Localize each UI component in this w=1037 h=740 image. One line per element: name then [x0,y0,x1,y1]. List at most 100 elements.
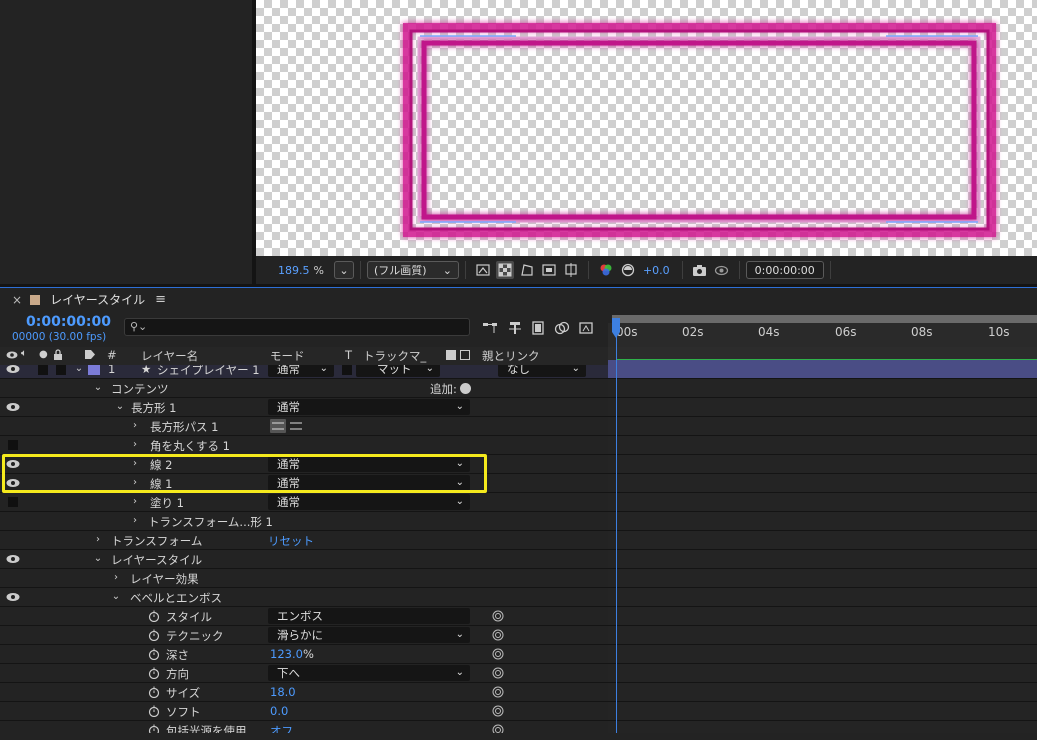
layer-track-bar[interactable] [608,360,1037,379]
row-bevel-style[interactable]: スタイル エンボス [0,607,608,626]
row-round-corners-1[interactable]: › 角を丸くする 1 [0,436,608,455]
row-bevel-emboss[interactable]: ⌄ ベベルとエンボス [0,588,608,607]
rectangle-mode-dropdown[interactable]: 通常 ⌄ [268,399,470,415]
color-channels-icon[interactable] [597,261,615,279]
stroke-2-mode-dropdown[interactable]: 通常 ⌄ [268,456,470,472]
add-menu-icon[interactable] [460,383,471,394]
chevron-right-icon[interactable]: › [129,476,141,490]
stopwatch-icon[interactable] [148,629,160,641]
resolution-dropdown[interactable]: (フル画質) ⌄ [366,261,459,279]
chevron-down-icon[interactable]: ⌄ [73,365,85,376]
exposure-value[interactable]: +0.0 [643,264,670,277]
path-reverse-icon[interactable] [288,419,304,433]
path-direction-icon[interactable] [270,419,286,433]
current-time-indicator-line[interactable] [616,322,617,740]
stopwatch-icon[interactable] [148,686,160,698]
panel-menu-icon[interactable]: ≡ [155,292,166,307]
camera-snapshot-icon[interactable] [691,261,709,279]
row-layer-effect[interactable]: › レイヤー効果 [0,569,608,588]
layer-name-column[interactable]: レイヤー名 [141,348,198,364]
pick-whip-icon[interactable] [492,610,504,622]
pick-whip-icon[interactable] [492,686,504,698]
chevron-right-icon[interactable]: › [92,533,104,547]
row-fill-1[interactable]: › 塗り 1 通常 ⌄ [0,493,608,512]
track-matte-column[interactable]: トラックマ_ [363,348,426,364]
chevron-right-icon[interactable]: › [129,419,141,433]
visibility-column-icon[interactable] [6,349,18,363]
row-stroke-1[interactable]: › 線 1 通常 ⌄ [0,474,608,493]
chevron-down-icon[interactable]: ⌄ [92,381,104,395]
chevron-right-icon[interactable]: › [110,571,122,585]
show-snapshot-icon[interactable] [713,261,731,279]
motion-blur-icon[interactable] [578,320,596,336]
eye-icon[interactable] [6,478,20,488]
stopwatch-icon[interactable] [148,705,160,717]
layer-label-swatch[interactable] [88,365,100,375]
bevel-style-dropdown[interactable]: エンボス [268,608,470,624]
pick-whip-icon[interactable] [492,648,504,660]
fill-1-mode-dropdown[interactable]: 通常 ⌄ [268,494,470,510]
track-matte-dropdown[interactable]: マット ⌄ [356,365,440,377]
row-stroke-2[interactable]: › 線 2 通常 ⌄ [0,455,608,474]
reset-link[interactable]: リセット [268,533,314,549]
composition-viewer[interactable] [256,0,1037,256]
row-rectangle-path-1[interactable]: › 長方形パス 1 [0,417,608,436]
frame-blending-icon[interactable] [554,320,572,336]
audio-column-icon[interactable]: 🔈︎ [21,348,27,359]
transparency-grid-icon[interactable] [495,261,514,279]
layer-name[interactable]: シェイプレイヤー 1 [157,365,260,378]
lock-column-icon[interactable] [53,349,63,363]
fast-preview-icon[interactable] [474,261,492,279]
composition-mini-flowchart-icon[interactable] [482,321,500,337]
pick-whip-icon[interactable] [492,667,504,679]
eye-icon[interactable] [6,459,20,469]
eye-icon[interactable] [6,402,20,412]
chevron-right-icon[interactable]: › [129,514,141,528]
solo-toggle[interactable] [56,365,66,375]
eye-icon[interactable] [6,592,20,602]
chevron-right-icon[interactable]: › [129,457,141,471]
row-bevel-size[interactable]: サイズ 18.0 [0,683,608,702]
stroke-1-mode-dropdown[interactable]: 通常 ⌄ [268,475,470,491]
row-transform[interactable]: › トランスフォーム リセット [0,531,608,550]
close-icon[interactable]: × [12,293,22,307]
draft-3d-icon[interactable] [507,321,525,337]
grid-guides-icon[interactable] [562,261,580,279]
current-time-display[interactable]: 0:00:00:00 [26,314,111,330]
row-bevel-depth[interactable]: 深さ 123.0 % [0,645,608,664]
layer-mode-dropdown[interactable]: 通常 ⌄ [268,365,334,377]
timeline-tab-title[interactable]: レイヤースタイル [50,291,145,308]
exposure-reset-icon[interactable] [619,261,637,279]
eye-icon[interactable] [6,554,20,564]
technique-dropdown[interactable]: 滑らかに ⌄ [268,627,470,643]
current-time-indicator-handle[interactable] [611,318,621,340]
parent-dropdown[interactable]: なし ⌄ [498,365,586,377]
zoom-dropdown-button[interactable]: ⌄ [333,261,354,279]
row-layer-styles[interactable]: ⌄ レイヤースタイル [0,550,608,569]
preserve-transparency-toggle[interactable] [342,365,352,375]
row-rectangle-1[interactable]: ⌄ 長方形 1 通常 ⌄ [0,398,608,417]
viewer-timecode[interactable]: 0:00:00:00 [745,261,824,279]
row-bevel-soften[interactable]: ソフト 0.0 [0,702,608,721]
matte-invert-icon[interactable] [460,350,470,360]
parent-link-column[interactable]: 親とリンク [482,348,540,364]
mode-column[interactable]: モード [270,348,305,364]
layer-row-shape-layer-1[interactable]: ⌄ 1 ★ シェイプレイヤー 1 通常 ⌄ マット ⌄ なし ⌄ [0,365,608,379]
visibility-off-toggle[interactable] [8,440,18,450]
soften-value[interactable]: 0.0 [270,704,288,718]
size-value[interactable]: 18.0 [270,685,296,699]
matte-toggle-icon[interactable] [446,350,456,360]
chevron-down-icon[interactable]: ⌄ [92,552,104,566]
pick-whip-icon[interactable] [492,705,504,717]
chevron-right-icon[interactable]: › [129,438,141,452]
mask-path-icon[interactable] [518,261,536,279]
eye-icon[interactable] [6,365,20,374]
timeline-track-area[interactable] [608,360,1037,740]
row-bevel-direction[interactable]: 方向 下へ ⌄ [0,664,608,683]
chevron-right-icon[interactable]: › [129,495,141,509]
label-column-icon[interactable] [84,349,96,363]
chevron-down-icon[interactable]: ⌄ [114,400,126,414]
stopwatch-icon[interactable] [148,648,160,660]
region-of-interest-icon[interactable] [540,261,558,279]
work-area-bar[interactable] [612,315,1037,323]
